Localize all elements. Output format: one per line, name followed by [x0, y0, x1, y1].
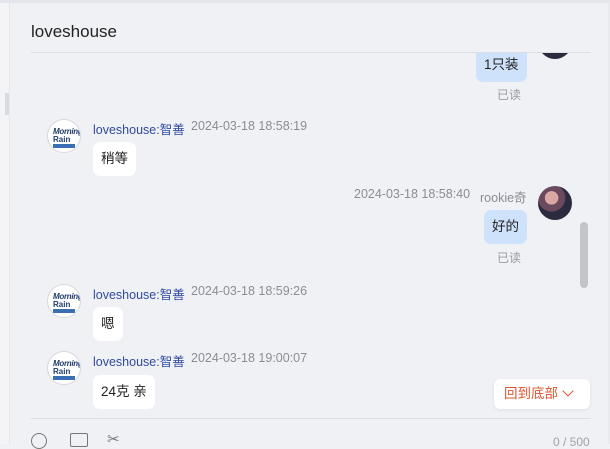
avatar-logo-bar [53, 309, 75, 313]
avatar-logo-line2: Rain [53, 135, 71, 144]
chat-title: loveshouse [31, 22, 118, 41]
read-status: 已读 [497, 251, 522, 265]
shop-avatar[interactable]: Morning Rain [47, 119, 81, 153]
image-icon[interactable] [70, 433, 88, 447]
composer-divider [31, 418, 591, 419]
scissors-icon[interactable]: ✂ [107, 430, 120, 448]
message-bubble-outgoing[interactable]: 好的 [484, 210, 527, 244]
sender-name: loveshouse:智善 [93, 288, 185, 302]
panel-resize-handle[interactable] [5, 93, 9, 115]
user-avatar[interactable] [538, 53, 572, 59]
avatar-logo-line2: Rain [53, 367, 71, 376]
scroll-to-bottom-label: 回到底部 [504, 386, 558, 401]
message-bubble-outgoing[interactable]: 1只装 [476, 53, 527, 82]
message-bubble-incoming[interactable]: 稍等 [93, 142, 136, 176]
scroll-to-bottom-button[interactable]: 回到底部 [494, 379, 590, 409]
user-avatar[interactable] [538, 186, 572, 220]
avatar-logo-line2: Rain [53, 300, 71, 309]
message-bubble-incoming[interactable]: 嗯 [93, 307, 123, 341]
sender-name: rookie奇 [480, 191, 527, 205]
shop-avatar[interactable]: Morning Rain [47, 351, 81, 385]
message-time: 2024-03-18 19:00:07 [191, 351, 308, 365]
message-list-scrollbar[interactable] [580, 222, 588, 288]
sender-name: loveshouse:智善 [93, 123, 185, 137]
message-time: 2024-03-18 18:58:40 [354, 187, 471, 201]
message-list[interactable]: 1只装 已读 Morning Rain loveshouse:智善 2024-0… [10, 53, 608, 411]
message-bubble-incoming[interactable]: 24克 亲 [93, 375, 155, 409]
read-status: 已读 [497, 88, 522, 102]
top-border [0, 0, 610, 3]
left-panel-edge [0, 3, 10, 444]
character-counter: 0 / 500 [553, 435, 590, 449]
avatar-logo-bar [53, 144, 75, 148]
message-time: 2024-03-18 18:58:19 [191, 119, 308, 133]
shop-avatar[interactable]: Morning Rain [47, 284, 81, 318]
emoji-icon[interactable] [31, 433, 47, 449]
sender-name: loveshouse:智善 [93, 355, 185, 369]
chevron-down-icon [562, 385, 574, 397]
avatar-logo-bar [53, 376, 75, 380]
message-time: 2024-03-18 18:59:26 [191, 284, 308, 298]
